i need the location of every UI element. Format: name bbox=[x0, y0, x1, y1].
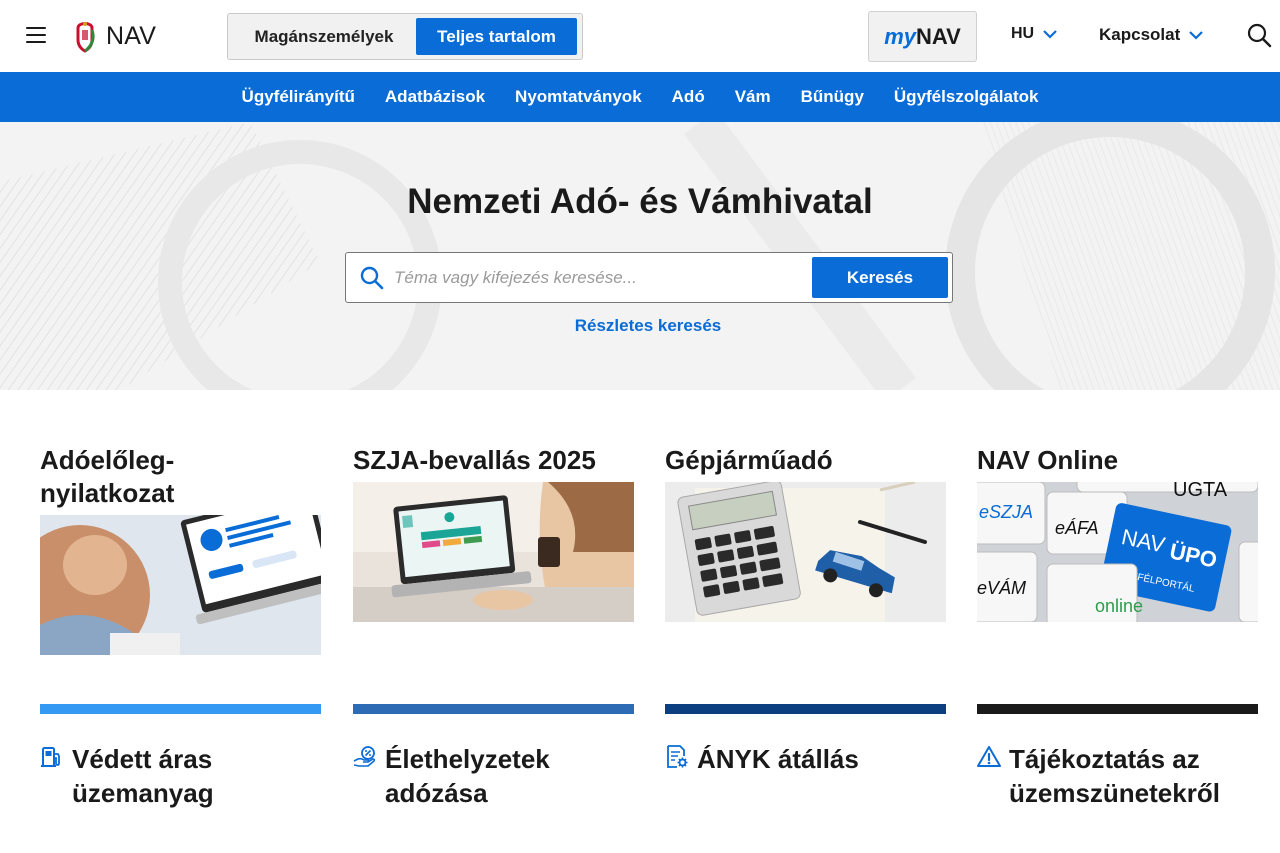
keyboard-keys-image: eSZJA eÁFA UGTA eVÁM NAV ÜPO ÜGYFÉLPORTÁ… bbox=[977, 482, 1258, 622]
tile-title-line: Élethelyzetek bbox=[385, 744, 550, 774]
nav-item-ugyfelszolgalatok[interactable]: Ügyfélszolgálatok bbox=[894, 87, 1039, 107]
nav-item-bunugy[interactable]: Bűnügy bbox=[801, 87, 864, 107]
contact-label: Kapcsolat bbox=[1099, 25, 1181, 44]
mynav-button[interactable]: my NAV bbox=[868, 11, 977, 62]
card-image[interactable] bbox=[40, 515, 321, 655]
card-gepjarmuado: Gépjárműadó bbox=[665, 444, 946, 622]
tile-title-line: Tájékoztatás az bbox=[1009, 744, 1200, 774]
card-image[interactable]: eSZJA eÁFA UGTA eVÁM NAV ÜPO ÜGYFÉLPORTÁ… bbox=[977, 482, 1258, 622]
tile-color-bar bbox=[353, 704, 634, 714]
tile-title-line: Védett áras bbox=[72, 744, 213, 774]
language-selector[interactable]: HU bbox=[1011, 25, 1058, 43]
card-adoeloleg: Adóelőleg- nyilatkozat bbox=[40, 444, 321, 655]
parent-with-laptop-image bbox=[40, 515, 321, 655]
page-title: Nemzeti Adó- és Vámhivatal bbox=[407, 182, 873, 221]
tile-color-bar bbox=[665, 704, 946, 714]
logo-text: NAV bbox=[106, 21, 157, 50]
tile-color-bar bbox=[977, 704, 1258, 714]
card-image[interactable] bbox=[665, 482, 946, 622]
calculator-and-car-image bbox=[665, 482, 946, 622]
nav-item-ugyfeliranyito[interactable]: Ügyfélirányítű bbox=[242, 87, 355, 107]
audience-private-button[interactable]: Magánszemélyek bbox=[232, 18, 416, 55]
contact-menu[interactable]: Kapcsolat bbox=[1099, 25, 1204, 45]
chevron-down-icon bbox=[1043, 30, 1057, 39]
tile-link[interactable]: Élethelyzetek adózása bbox=[353, 742, 634, 810]
svg-text:eSZJA: eSZJA bbox=[979, 502, 1033, 522]
language-label: HU bbox=[1011, 25, 1035, 42]
key-label: UGTA bbox=[1173, 482, 1228, 501]
audience-full-button[interactable]: Teljes tartalom bbox=[416, 18, 577, 55]
search-bar: Keresés bbox=[345, 252, 953, 303]
key-label: eSZJA bbox=[979, 502, 1033, 522]
tile-vedett-aras: Védett áras üzemanyag bbox=[40, 704, 321, 810]
site-header: NAV Magánszemélyek Teljes tartalom my NAV… bbox=[0, 0, 1280, 72]
key-label: eÁFA bbox=[1055, 518, 1099, 538]
card-title-line: nyilatkozat bbox=[40, 478, 175, 508]
advanced-search-link[interactable]: Részletes keresés bbox=[0, 316, 1280, 336]
mynav-my-text: my bbox=[884, 23, 916, 49]
warning-icon bbox=[977, 746, 1001, 767]
mynav-nav-text: NAV bbox=[915, 23, 961, 49]
audience-toggle: Magánszemélyek Teljes tartalom bbox=[227, 13, 583, 60]
tile-anyk-atallas: ÁNYK átállás bbox=[665, 704, 946, 776]
document-gear-icon bbox=[667, 745, 688, 768]
card-image[interactable] bbox=[353, 482, 634, 622]
card-title[interactable]: NAV Online bbox=[977, 444, 1258, 477]
fuel-pump-icon bbox=[41, 747, 60, 767]
card-nav-online: NAV Online eSZJA eÁFA UGTA eVÁM NAV ÜPO … bbox=[977, 444, 1258, 622]
tile-title-line: üzemanyag bbox=[72, 778, 214, 808]
key-label: eVÁM bbox=[977, 578, 1026, 598]
tile-title-line: adózása bbox=[385, 778, 488, 808]
nav-logo[interactable]: NAV bbox=[72, 18, 156, 54]
coat-of-arms-icon bbox=[76, 22, 95, 53]
tile-color-bar bbox=[40, 704, 321, 714]
card-title[interactable]: SZJA-bevallás 2025 bbox=[353, 444, 634, 477]
card-szja: SZJA-bevallás 2025 bbox=[353, 444, 634, 622]
hand-percent-icon bbox=[353, 746, 376, 767]
nav-item-nyomtatvanyok[interactable]: Nyomtatványok bbox=[515, 87, 642, 107]
main-navigation: Ügyfélirányítű Adatbázisok Nyomtatványok… bbox=[0, 72, 1280, 122]
search-icon[interactable] bbox=[1246, 22, 1272, 48]
menu-icon[interactable] bbox=[26, 27, 46, 45]
search-icon bbox=[360, 266, 384, 290]
card-title[interactable]: Gépjárműadó bbox=[665, 444, 946, 477]
nav-item-adatbazisok[interactable]: Adatbázisok bbox=[385, 87, 485, 107]
key-label: online bbox=[1095, 596, 1143, 616]
tile-link[interactable]: Tájékoztatás az üzemszünetekről bbox=[977, 742, 1258, 810]
chevron-down-icon bbox=[1189, 31, 1204, 40]
tile-link[interactable]: Védett áras üzemanyag bbox=[40, 742, 321, 810]
tile-link[interactable]: ÁNYK átállás bbox=[665, 742, 946, 776]
tile-elethelyzetek: Élethelyzetek adózása bbox=[353, 704, 634, 810]
nav-item-vam[interactable]: Vám bbox=[735, 87, 771, 107]
tile-tajekoztatas: Tájékoztatás az üzemszünetekről bbox=[977, 704, 1258, 810]
search-button[interactable]: Keresés bbox=[812, 257, 948, 298]
woman-with-laptop-image bbox=[353, 482, 634, 622]
nav-item-ado[interactable]: Adó bbox=[672, 87, 705, 107]
search-input[interactable] bbox=[394, 261, 799, 295]
tile-title-line: üzemszünetekről bbox=[1009, 778, 1220, 808]
hero-section: Nemzeti Adó- és Vámhivatal Keresés Részl… bbox=[0, 122, 1280, 390]
card-title-line: Adóelőleg- bbox=[40, 445, 175, 475]
tile-title-line: ÁNYK átállás bbox=[697, 744, 859, 774]
card-title[interactable]: Adóelőleg- nyilatkozat bbox=[40, 444, 321, 510]
